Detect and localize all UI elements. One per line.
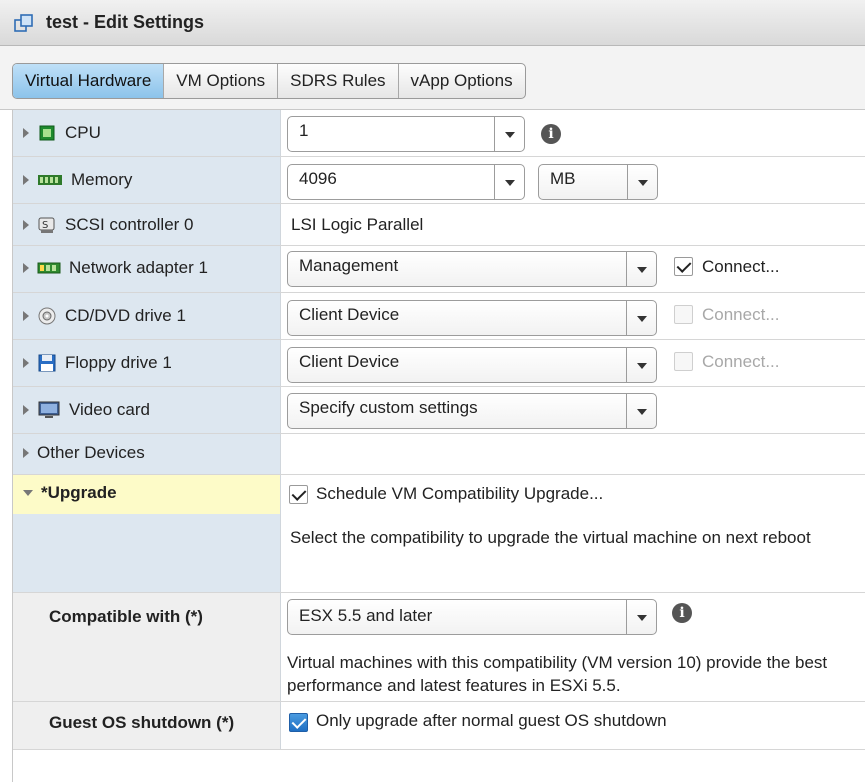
tab-sdrs-rules[interactable]: SDRS Rules (278, 64, 399, 98)
memory-unit-select[interactable]: MB (538, 164, 658, 200)
expand-arrow-icon[interactable] (23, 128, 29, 138)
network-select[interactable]: Management (287, 251, 657, 287)
cddvd-connect-label[interactable]: Connect... (702, 305, 780, 325)
network-value[interactable]: Management (299, 256, 398, 276)
other-devices-expander[interactable]: Other Devices (23, 440, 145, 466)
expand-arrow-icon[interactable] (23, 311, 29, 321)
video-value[interactable]: Specify custom settings (299, 398, 478, 418)
schedule-upgrade-checkbox[interactable] (289, 485, 308, 504)
memory-size-value[interactable]: 4096 (299, 169, 337, 189)
expand-arrow-icon[interactable] (23, 220, 29, 230)
memory-expander[interactable]: Memory (23, 167, 132, 193)
cddvd-value[interactable]: Client Device (299, 305, 399, 325)
network-adapter-icon (37, 259, 61, 277)
window-titlebar: test - Edit Settings (0, 0, 865, 46)
floppy-value[interactable]: Client Device (299, 352, 399, 372)
cpu-icon (37, 124, 57, 142)
row-guest-os-shutdown: Guest OS shutdown (*) Only upgrade after… (13, 702, 865, 750)
chevron-down-icon[interactable] (494, 165, 524, 199)
collapse-arrow-icon[interactable] (23, 490, 33, 496)
row-cpu: CPU 1 i (13, 110, 865, 157)
info-icon[interactable]: i (672, 603, 692, 623)
compatible-with-label: Compatible with (*) (49, 607, 203, 626)
expand-arrow-icon[interactable] (23, 448, 29, 458)
chevron-down-icon[interactable] (626, 348, 656, 382)
cpu-expander[interactable]: CPU (23, 120, 101, 146)
row-upgrade: *Upgrade Schedule VM Compatibility Upgra… (13, 475, 865, 593)
floppy-icon (37, 354, 57, 372)
row-scsi-controller: S SCSI controller 0 LSI Logic Parallel (13, 204, 865, 246)
network-expander[interactable]: Network adapter 1 (23, 255, 208, 281)
row-floppy-drive: Floppy drive 1 Client Device Connect... (13, 340, 865, 387)
memory-label: Memory (71, 170, 133, 189)
floppy-label: Floppy drive 1 (65, 353, 172, 372)
chevron-down-icon[interactable] (626, 394, 656, 428)
network-connect-label[interactable]: Connect... (702, 257, 780, 277)
row-compatible-with: Compatible with (*) ESX 5.5 and later i … (13, 593, 865, 702)
memory-unit-value[interactable]: MB (550, 169, 576, 189)
tab-vm-options[interactable]: VM Options (164, 64, 279, 98)
chevron-down-icon[interactable] (494, 117, 524, 151)
cpu-count-value[interactable]: 1 (299, 121, 308, 141)
row-network-adapter: Network adapter 1 Management Connect... (13, 246, 865, 293)
tab-vapp-options[interactable]: vApp Options (399, 64, 525, 98)
cpu-count-combo[interactable]: 1 (287, 116, 525, 152)
upgrade-expander[interactable]: *Upgrade (23, 480, 117, 506)
memory-size-combo[interactable]: 4096 (287, 164, 525, 200)
cddvd-label: CD/DVD drive 1 (65, 306, 186, 325)
cddvd-expander[interactable]: CD/DVD drive 1 (23, 303, 186, 329)
scsi-label: SCSI controller 0 (65, 215, 194, 234)
tab-virtual-hardware[interactable]: Virtual Hardware (13, 64, 165, 98)
row-video-card: Video card Specify custom settings (13, 387, 865, 434)
schedule-upgrade-label[interactable]: Schedule VM Compatibility Upgrade... (316, 484, 603, 504)
expand-arrow-icon[interactable] (23, 263, 29, 273)
monitor-icon (37, 401, 61, 419)
svg-text:S: S (42, 220, 48, 231)
cddvd-connect-checkbox[interactable] (674, 305, 693, 324)
row-other-devices: Other Devices (13, 434, 865, 475)
hardware-list: CPU 1 i Memory 4096 MB S SCSI controller… (12, 110, 865, 782)
scsi-expander[interactable]: S SCSI controller 0 (23, 212, 194, 238)
expand-arrow-icon[interactable] (23, 175, 29, 185)
guest-os-shutdown-label: Guest OS shutdown (*) (49, 713, 235, 732)
network-label: Network adapter 1 (69, 258, 208, 277)
chevron-down-icon[interactable] (626, 301, 656, 335)
floppy-select[interactable]: Client Device (287, 347, 657, 383)
scsi-controller-icon: S (37, 216, 57, 234)
disc-icon (37, 307, 57, 325)
video-select[interactable]: Specify custom settings (287, 393, 657, 429)
chevron-down-icon[interactable] (626, 252, 656, 286)
other-devices-label: Other Devices (37, 443, 145, 462)
chevron-down-icon[interactable] (626, 600, 656, 634)
tab-strip: Virtual Hardware VM Options SDRS Rules v… (12, 63, 526, 99)
info-icon[interactable]: i (541, 124, 561, 144)
compatibility-value[interactable]: ESX 5.5 and later (299, 606, 432, 626)
floppy-expander[interactable]: Floppy drive 1 (23, 350, 172, 376)
vm-settings-icon (14, 13, 34, 33)
tab-bar: Virtual Hardware VM Options SDRS Rules v… (0, 46, 865, 110)
network-connect-checkbox[interactable] (674, 257, 693, 276)
chevron-down-icon[interactable] (627, 165, 657, 199)
scsi-type-value: LSI Logic Parallel (291, 215, 424, 234)
guest-os-shutdown-checkbox[interactable] (289, 713, 308, 732)
compatibility-note: Virtual machines with this compatibility… (287, 653, 828, 695)
compatibility-select[interactable]: ESX 5.5 and later (287, 599, 657, 635)
guest-os-shutdown-option[interactable]: Only upgrade after normal guest OS shutd… (316, 711, 667, 731)
expand-arrow-icon[interactable] (23, 405, 29, 415)
video-expander[interactable]: Video card (23, 397, 150, 423)
window-title: test - Edit Settings (46, 12, 205, 32)
floppy-connect-label[interactable]: Connect... (702, 352, 780, 372)
cpu-label: CPU (65, 123, 101, 142)
row-cddvd-drive: CD/DVD drive 1 Client Device Connect... (13, 293, 865, 340)
memory-icon (37, 171, 63, 189)
expand-arrow-icon[interactable] (23, 358, 29, 368)
row-memory: Memory 4096 MB (13, 157, 865, 204)
video-label: Video card (69, 400, 150, 419)
cddvd-select[interactable]: Client Device (287, 300, 657, 336)
upgrade-description: Select the compatibility to upgrade the … (290, 528, 811, 547)
floppy-connect-checkbox[interactable] (674, 352, 693, 371)
upgrade-label: *Upgrade (41, 483, 117, 502)
